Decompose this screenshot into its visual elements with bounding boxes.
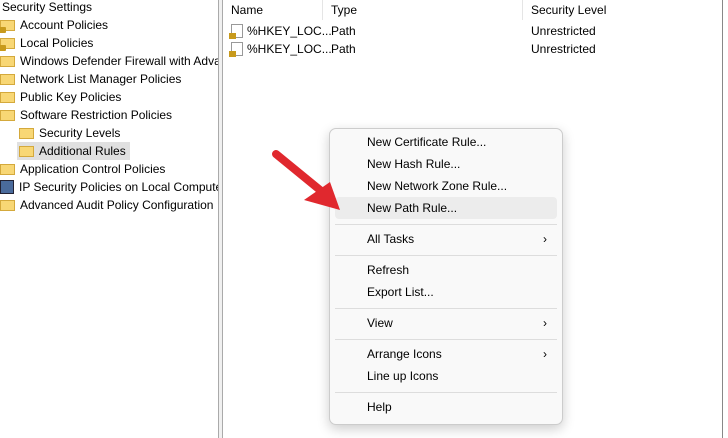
menu-separator — [335, 255, 557, 256]
column-header-security-level[interactable]: Security Level — [523, 0, 722, 20]
tree-label: Local Policies — [20, 36, 94, 50]
menu-label: All Tasks — [367, 232, 415, 246]
tree-item-ip-security[interactable]: IP Security Policies on Local Computer — [0, 178, 218, 196]
folder-icon — [0, 164, 15, 175]
chevron-right-icon: › — [543, 232, 547, 246]
tree-label: Additional Rules — [39, 144, 126, 158]
cell-name: %HKEY_LOC... — [247, 24, 332, 38]
context-menu: New Certificate Rule... New Hash Rule...… — [329, 128, 563, 425]
menu-refresh[interactable]: Refresh — [335, 259, 557, 281]
menu-line-up-icons[interactable]: Line up Icons — [335, 365, 557, 387]
tree-item-firewall[interactable]: Windows Defender Firewall with Advanced … — [0, 52, 218, 70]
column-header-type[interactable]: Type — [323, 0, 523, 20]
tree-item-local-policies[interactable]: Local Policies — [0, 34, 97, 52]
folder-icon — [0, 200, 15, 211]
red-arrow-annotation-icon — [272, 150, 340, 210]
tree-label: Network List Manager Policies — [20, 72, 182, 86]
folder-lock-icon — [0, 38, 15, 51]
chevron-right-icon: › — [543, 347, 547, 361]
cell-name: %HKEY_LOC... — [247, 42, 332, 56]
menu-all-tasks[interactable]: All Tasks › — [335, 228, 557, 250]
tree-label: IP Security Policies on Local Computer — [19, 180, 218, 194]
tree-root[interactable]: Security Settings — [2, 0, 96, 16]
chevron-right-icon: › — [543, 316, 547, 330]
cell-level: Unrestricted — [531, 24, 596, 38]
tree-label: Application Control Policies — [20, 162, 166, 176]
folder-icon — [0, 92, 15, 103]
path-rule-icon — [229, 42, 243, 57]
tree-item-security-levels[interactable]: Security Levels — [19, 124, 124, 142]
folder-icon — [19, 128, 34, 139]
cell-level: Unrestricted — [531, 42, 596, 56]
folder-icon — [0, 56, 15, 67]
menu-label: Arrange Icons — [367, 347, 442, 361]
menu-export-list[interactable]: Export List... — [335, 281, 557, 303]
table-row[interactable]: %HKEY_LOC... Path Unrestricted — [223, 40, 723, 58]
menu-new-network-zone-rule[interactable]: New Network Zone Rule... — [335, 175, 557, 197]
tree-item-software-restriction[interactable]: Software Restriction Policies — [0, 106, 176, 124]
tree-label: Windows Defender Firewall with Advanced … — [20, 54, 218, 68]
menu-separator — [335, 224, 557, 225]
folder-lock-icon — [0, 20, 15, 33]
tree-label: Security Levels — [39, 126, 121, 140]
tree-label: Advanced Audit Policy Configuration — [20, 198, 214, 212]
menu-new-certificate-rule[interactable]: New Certificate Rule... — [335, 131, 557, 153]
folder-icon — [19, 146, 34, 157]
folder-icon — [0, 110, 15, 121]
menu-separator — [335, 308, 557, 309]
menu-new-path-rule[interactable]: New Path Rule... — [335, 197, 557, 219]
menu-label: View — [367, 316, 393, 330]
menu-arrange-icons[interactable]: Arrange Icons › — [335, 343, 557, 365]
menu-help[interactable]: Help — [335, 396, 557, 418]
computer-icon — [0, 180, 14, 194]
menu-separator — [335, 392, 557, 393]
tree-item-audit-policy[interactable]: Advanced Audit Policy Configuration — [0, 196, 217, 214]
table-row[interactable]: %HKEY_LOC... Path Unrestricted — [223, 22, 723, 40]
path-rule-icon — [229, 24, 243, 39]
tree-label: Software Restriction Policies — [20, 108, 173, 122]
folder-icon — [0, 74, 15, 85]
tree-item-app-control[interactable]: Application Control Policies — [0, 160, 169, 178]
tree-item-additional-rules[interactable]: Additional Rules — [17, 142, 130, 160]
cell-type: Path — [331, 42, 356, 56]
tree-label: Account Policies — [20, 18, 109, 32]
menu-separator — [335, 339, 557, 340]
cell-type: Path — [331, 24, 356, 38]
console-tree: Security Settings Account Policies Local… — [0, 0, 218, 438]
column-header-name[interactable]: Name — [223, 0, 323, 20]
tree-item-network-list[interactable]: Network List Manager Policies — [0, 70, 185, 88]
tree-item-account-policies[interactable]: Account Policies — [0, 16, 112, 34]
menu-view[interactable]: View › — [335, 312, 557, 334]
menu-new-hash-rule[interactable]: New Hash Rule... — [335, 153, 557, 175]
tree-label: Public Key Policies — [20, 90, 122, 104]
tree-item-public-key[interactable]: Public Key Policies — [0, 88, 125, 106]
